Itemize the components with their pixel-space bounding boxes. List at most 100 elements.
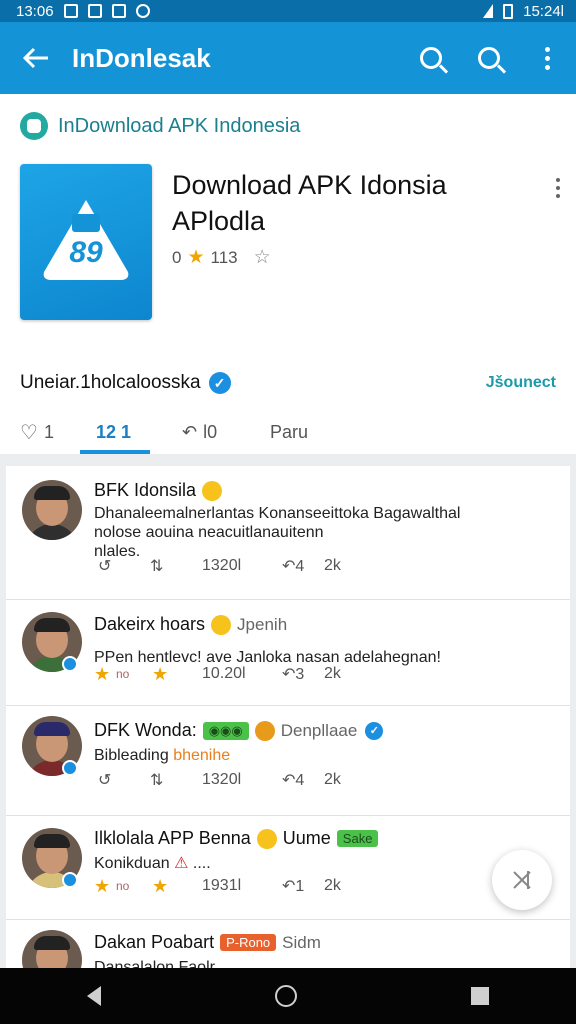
star-icon[interactable]: ★ [152, 876, 168, 897]
publisher-name[interactable]: Uneiar.1holcaloosska [20, 372, 201, 394]
heart-icon: ♡ [20, 421, 38, 444]
share-icon[interactable]: ↶1 [282, 876, 304, 896]
reply-icon[interactable]: ↺ [98, 556, 111, 576]
search-icon [420, 47, 442, 69]
publisher-action-link[interactable]: Jšounect [486, 374, 556, 392]
tab-label: Paru [270, 421, 309, 442]
breadcrumb[interactable]: InDownload APK Indonesia [20, 112, 300, 140]
list-item[interactable]: Dakeirx hoars Jpenih PPen hentlevc! ave … [6, 600, 570, 706]
post-time: 10.20l [202, 665, 246, 682]
active-tab-indicator [80, 450, 150, 454]
post-text-line: Konikduan [94, 855, 170, 872]
post-author: Ilklolala APP Benna Uume Sake [94, 828, 379, 849]
post-text-tail: .... [192, 855, 211, 872]
status-badge: Sake [336, 830, 379, 847]
tab-shares[interactable]: ↶ l0 [182, 410, 217, 454]
dismiss-fab-button[interactable] [492, 850, 552, 910]
list-item[interactable]: Dakan Poabart P-Rono Sidm Dansalalon Fao… [6, 920, 570, 970]
post-time: 1931l [202, 877, 242, 894]
nav-recents-button[interactable] [471, 987, 489, 1005]
post-author: BFK Idonsila [94, 480, 223, 501]
author-name: BFK Idonsila [94, 480, 197, 500]
tab-label: l0 [203, 421, 218, 442]
smile-emoji-icon [256, 828, 277, 849]
battery-icon [503, 3, 514, 19]
post-count: 2k [324, 557, 341, 574]
rating-count: 113 [210, 247, 238, 267]
star-icon: ★ [187, 247, 205, 268]
avatar[interactable] [22, 930, 82, 970]
retweet-icon[interactable]: ⇅ [150, 770, 163, 790]
tab-comments[interactable]: 12 1 [96, 410, 131, 454]
status-time-left: 13:06 [16, 2, 54, 20]
verified-badge-icon [62, 656, 78, 672]
author-handle: Sidm [282, 932, 321, 952]
post-count: 2k [324, 877, 341, 894]
close-icon [513, 871, 531, 889]
emoji-icon [254, 720, 275, 741]
more-vert-icon [544, 46, 550, 70]
author-handle: Jpenih [237, 614, 288, 634]
tab-bar: ♡ 1 12 1 ↶ l0 Paru [0, 410, 576, 454]
post-text-highlight[interactable]: bhenihe [173, 747, 230, 764]
search-button-2[interactable] [460, 22, 518, 94]
smile-emoji-icon [202, 480, 223, 501]
app-more-button[interactable] [556, 178, 560, 198]
more-options-button[interactable] [518, 22, 576, 94]
share-icon[interactable]: ↶4 [282, 770, 304, 790]
search-button[interactable] [402, 22, 460, 94]
author-handle: Uume [282, 828, 331, 848]
app-rating: 0 ★ 113 ☆ [172, 246, 271, 269]
author-name: DFK Wonda: [94, 720, 197, 740]
post-count: 2k [324, 665, 341, 682]
author-name: Ilklolala APP Benna [94, 828, 251, 848]
nav-back-button[interactable] [87, 986, 101, 1006]
post-text: Dhanaleemalnerlantas Konanseeittoka Baga… [94, 504, 556, 561]
star-icon[interactable]: ★ [152, 664, 168, 685]
verified-icon: ✓ [208, 372, 231, 394]
app-notification-icon [111, 4, 126, 18]
tab-page[interactable]: Paru [270, 410, 308, 454]
status-bar: 13:06 15:24l [0, 0, 576, 22]
emoji-badges: ◉◉◉ [202, 721, 249, 740]
author-name: Dakeirx hoars [94, 614, 206, 634]
star-icon[interactable]: ★ [94, 664, 110, 685]
post-text: Bibleading bhenihe [94, 746, 556, 765]
back-button[interactable] [0, 22, 72, 94]
svg-text:89: 89 [69, 236, 103, 269]
post-text-line: nolose aouina neacuitlanauitenn [94, 524, 324, 541]
rating-text: no [116, 879, 130, 893]
star-icon[interactable]: ★ [94, 876, 110, 897]
share-icon[interactable]: ↶3 [282, 664, 304, 684]
more-vert-icon [556, 178, 560, 198]
publisher-row: Uneiar.1holcaloosska ✓ Jšounect [20, 372, 556, 394]
tab-likes[interactable]: ♡ 1 [20, 410, 54, 454]
app-bar: InDonlesak [0, 22, 576, 94]
avatar[interactable] [22, 480, 82, 540]
share-icon[interactable]: ↶4 [282, 556, 304, 576]
post-time: 1320l [202, 557, 242, 574]
author-handle: Denpllaae [280, 720, 358, 740]
reply-icon[interactable]: ↺ [98, 770, 111, 790]
tab-label: 12 1 [96, 421, 132, 442]
emoji-icon [211, 614, 232, 635]
post-text-line: Bibleading [94, 747, 169, 764]
rating-text: no [116, 667, 130, 681]
author-name: Dakan Poabart [94, 932, 215, 952]
nav-home-button[interactable] [275, 985, 297, 1007]
post-text: Konikduan ⚠ .... [94, 854, 556, 873]
breadcrumb-label: InDownload APK Indonesia [58, 114, 301, 137]
retweet-icon[interactable]: ⇅ [150, 556, 163, 576]
list-item[interactable]: DFK Wonda: ◉◉◉ Denpllaae ✓ Bibleading bh… [6, 706, 570, 816]
warning-icon: ⚠ [174, 855, 189, 872]
status-badge: P-Rono [220, 934, 277, 951]
list-item[interactable]: BFK Idonsila Dhanaleemalnerlantas Konans… [6, 466, 570, 600]
star-outline-icon[interactable]: ☆ [254, 246, 271, 269]
post-author: DFK Wonda: ◉◉◉ Denpllaae ✓ [94, 720, 384, 741]
verified-badge-icon [62, 760, 78, 776]
list-item[interactable]: Ilklolala APP Benna Uume Sake Konikduan … [6, 816, 570, 920]
app-icon: 89 [20, 164, 152, 320]
post-author: Dakan Poabart P-Rono Sidm [94, 932, 321, 953]
location-icon [135, 4, 150, 18]
post-text-line: Dhanaleemalnerlantas Konanseeittoka Baga… [94, 505, 461, 522]
